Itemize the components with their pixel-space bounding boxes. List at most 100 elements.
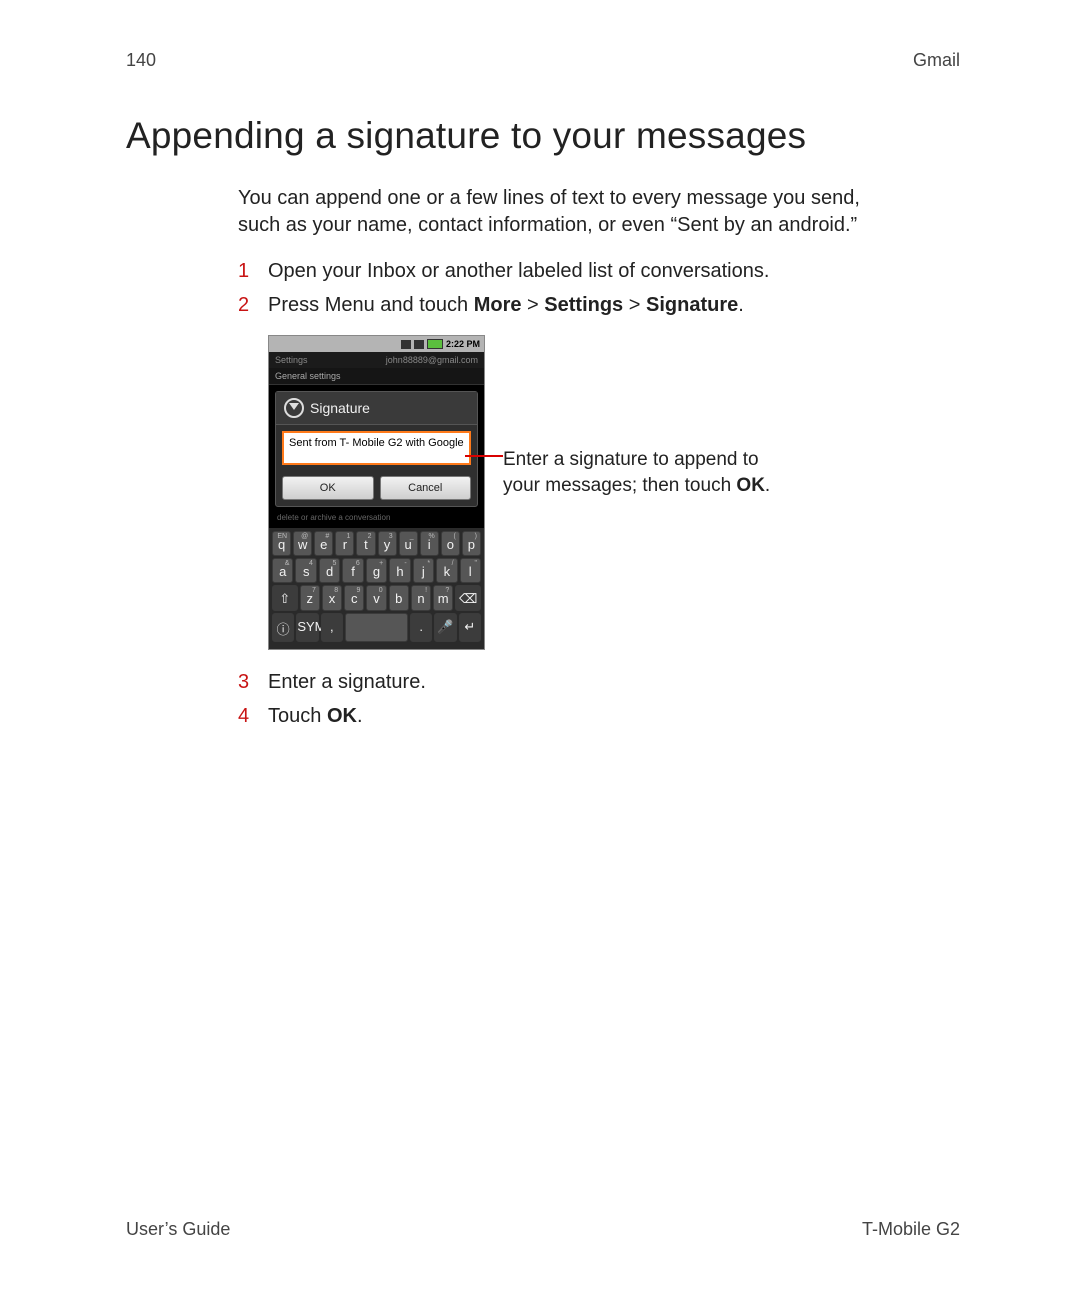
keyboard-key-y[interactable]: y3	[378, 531, 397, 556]
t: Press	[268, 294, 325, 316]
page-title: Appending a signature to your messages	[126, 115, 960, 157]
step-text: Enter a signature.	[268, 668, 426, 696]
keyboard-key-q[interactable]: qEN	[272, 531, 291, 556]
keyboard-row-3: ⇧z7x8c9v0bn!m?⌫	[272, 585, 481, 611]
keyboard-key-z[interactable]: z7	[300, 585, 320, 611]
step-text: Open your Inbox or another labeled list …	[268, 257, 769, 285]
keyboard-key-u[interactable]: u_	[399, 531, 418, 556]
arrow-down-circle-icon	[284, 398, 304, 418]
step-number: 2	[238, 291, 254, 319]
status-time: 2:22 PM	[446, 339, 480, 349]
step-2: 2 Press Menu and touch More > Settings >…	[238, 291, 878, 319]
callout-annotation: Enter a signature to append to your mess…	[503, 447, 770, 498]
keyboard-key-period[interactable]: .	[410, 613, 432, 642]
path-signature: Signature	[646, 294, 738, 316]
appbar-account: john88889@gmail.com	[386, 355, 478, 365]
keyboard-key-s[interactable]: s4	[295, 558, 316, 583]
keyboard-key-d[interactable]: d5	[319, 558, 340, 583]
keyboard-key-i[interactable]: i%	[420, 531, 439, 556]
t: .	[765, 475, 770, 496]
page: 140 Gmail Appending a signature to your …	[0, 0, 1080, 1296]
t: and touch	[375, 294, 474, 316]
dialog-title-bar: Signature	[276, 392, 477, 425]
page-header: 140 Gmail	[126, 50, 960, 71]
step-1: 1 Open your Inbox or another labeled lis…	[238, 257, 878, 285]
path-more: More	[474, 294, 522, 316]
t: >	[623, 294, 646, 316]
step-number: 1	[238, 257, 254, 285]
keyboard-key-info[interactable]: ⓘ	[272, 613, 294, 642]
intro-paragraph: You can append one or a few lines of tex…	[238, 185, 878, 239]
dialog-body	[276, 425, 477, 476]
keyboard-key-r[interactable]: r1	[335, 531, 354, 556]
keyboard-key-m[interactable]: m?	[433, 585, 453, 611]
keyboard-key-e[interactable]: e#	[314, 531, 333, 556]
settings-section-label: General settings	[269, 368, 484, 385]
keyboard-key-o[interactable]: o(	[441, 531, 460, 556]
on-screen-keyboard: qENw@e#r1t2y3u_i%o(p) a&s4d5f6g+h-j*k/l"…	[269, 528, 484, 649]
background-setting-row: delete or archive a conversation	[269, 513, 484, 528]
signal-icon	[414, 340, 424, 349]
steps-list: 1 Open your Inbox or another labeled lis…	[238, 257, 878, 319]
step-3: 3 Enter a signature.	[238, 668, 878, 696]
battery-icon	[427, 339, 443, 349]
t: .	[357, 705, 363, 727]
keyboard-row-2: a&s4d5f6g+h-j*k/l"	[272, 558, 481, 583]
t: your messages; then touch	[503, 475, 736, 496]
keyboard-key-h[interactable]: h-	[389, 558, 410, 583]
dialog-title: Signature	[310, 400, 370, 416]
keyboard-key-p[interactable]: p)	[462, 531, 481, 556]
keyboard-key-x[interactable]: x8	[322, 585, 342, 611]
keyboard-key-comma[interactable]: ,	[321, 613, 343, 642]
keyboard-key-k[interactable]: k/	[436, 558, 457, 583]
page-footer: User’s Guide T-Mobile G2	[126, 1219, 960, 1240]
ok-label: OK	[736, 475, 765, 496]
keyboard-key-mic[interactable]: 🎤	[434, 613, 456, 642]
t: .	[738, 294, 744, 316]
keyboard-key-b[interactable]: b	[389, 585, 409, 611]
step-number: 3	[238, 668, 254, 696]
keyboard-row-1: qENw@e#r1t2y3u_i%o(p)	[272, 531, 481, 556]
dialog-buttons: OK Cancel	[276, 476, 477, 506]
keyboard-key-space[interactable]	[345, 613, 408, 642]
keyboard-key-c[interactable]: c9	[344, 585, 364, 611]
signature-dialog: Signature OK Cancel	[275, 391, 478, 507]
keyboard-key-n[interactable]: n!	[411, 585, 431, 611]
keyboard-key-enter[interactable]: ↵	[459, 613, 481, 642]
signature-input[interactable]	[282, 431, 471, 465]
step-text: Touch OK.	[268, 702, 363, 730]
t: Touch	[268, 705, 327, 727]
page-number: 140	[126, 50, 156, 71]
keyboard-key-shift[interactable]: ⇧	[272, 585, 298, 611]
keyboard-key-v[interactable]: v0	[366, 585, 386, 611]
figure-row: 2:22 PM Settings john88889@gmail.com Gen…	[268, 335, 878, 650]
menu-key-label: Menu	[325, 294, 375, 316]
ok-label: OK	[327, 705, 357, 727]
phone-screenshot: 2:22 PM Settings john88889@gmail.com Gen…	[268, 335, 485, 650]
keyboard-key-backspace[interactable]: ⌫	[455, 585, 481, 611]
keyboard-key-g[interactable]: g+	[366, 558, 387, 583]
cancel-button[interactable]: Cancel	[380, 476, 472, 500]
network-icon	[401, 340, 411, 349]
step-number: 4	[238, 702, 254, 730]
keyboard-key-w[interactable]: w@	[293, 531, 312, 556]
path-settings: Settings	[544, 294, 623, 316]
t: >	[521, 294, 544, 316]
callout-leader-line	[465, 455, 503, 457]
footer-left: User’s Guide	[126, 1219, 230, 1240]
steps-list-continued: 3 Enter a signature. 4 Touch OK.	[238, 668, 878, 730]
appbar-title: Settings	[275, 355, 308, 365]
step-text: Press Menu and touch More > Settings > S…	[268, 291, 744, 319]
app-bar: Settings john88889@gmail.com	[269, 352, 484, 368]
keyboard-key-sym[interactable]: SYM	[296, 613, 318, 642]
content: You can append one or a few lines of tex…	[238, 185, 878, 730]
ok-button[interactable]: OK	[282, 476, 374, 500]
section-name: Gmail	[913, 50, 960, 71]
step-4: 4 Touch OK.	[238, 702, 878, 730]
keyboard-key-j[interactable]: j*	[413, 558, 434, 583]
keyboard-key-f[interactable]: f6	[342, 558, 363, 583]
t: Enter a signature to append to	[503, 449, 759, 470]
keyboard-key-l[interactable]: l"	[460, 558, 481, 583]
keyboard-key-t[interactable]: t2	[356, 531, 375, 556]
keyboard-key-a[interactable]: a&	[272, 558, 293, 583]
